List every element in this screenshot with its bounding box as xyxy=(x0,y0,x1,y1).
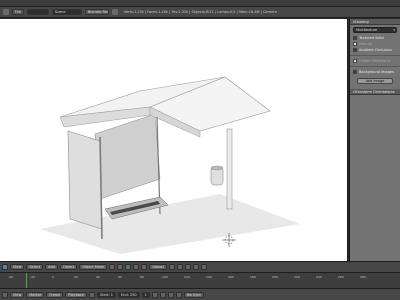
bus-shelter-model xyxy=(40,76,300,254)
tick-label: 20 xyxy=(74,275,78,279)
tick-label: 240 xyxy=(316,275,322,279)
editor-type-icon[interactable] xyxy=(2,264,8,270)
file-menu[interactable]: File xyxy=(12,9,24,15)
snap-icon[interactable] xyxy=(184,264,191,270)
timeline-ruler: -40 -20 0 20 40 60 80 100 120 140 160 18… xyxy=(0,275,400,280)
timeline-view-menu[interactable]: View xyxy=(10,291,25,298)
tick-label: 80 xyxy=(140,275,144,279)
play-reverse-icon[interactable] xyxy=(159,291,166,298)
tick-label: 200 xyxy=(272,275,278,279)
start-frame-field[interactable]: Start: 1 xyxy=(96,291,117,298)
tick-label: 220 xyxy=(294,275,300,279)
tick-label: 260 xyxy=(338,275,344,279)
play-icon[interactable] xyxy=(167,291,174,298)
screen-layout-field[interactable] xyxy=(26,9,49,15)
scene-field[interactable]: Scene xyxy=(51,9,82,15)
add-menu[interactable]: Add xyxy=(45,264,58,270)
end-frame-field[interactable]: End: 250 xyxy=(118,291,140,298)
layer-icon[interactable] xyxy=(168,264,175,270)
checkbox-icon[interactable] xyxy=(353,70,357,74)
checkbox-icon[interactable] xyxy=(353,36,357,40)
add-image-button[interactable]: Add Image xyxy=(357,78,393,84)
jump-start-icon[interactable] xyxy=(151,291,158,298)
view-menu[interactable]: View xyxy=(10,264,25,270)
blender-logo-icon xyxy=(111,9,118,15)
shading-mode-select[interactable]: Multitexture xyxy=(353,27,397,33)
tick-label: 160 xyxy=(228,275,234,279)
3d-view-header: View Select Add Object Object Mode Globa… xyxy=(0,261,400,272)
checkbox-icon[interactable] xyxy=(353,42,357,46)
sync-select[interactable]: No Sync xyxy=(183,291,205,298)
info-editor-icon[interactable] xyxy=(3,9,9,15)
tick-label: 100 xyxy=(162,275,168,279)
transform-orientations-header[interactable]: Transform Orientations xyxy=(350,89,400,95)
tick-label: -40 xyxy=(8,275,13,279)
current-frame-marker[interactable] xyxy=(26,273,27,289)
rotate-icon[interactable] xyxy=(141,264,148,270)
checkbox-icon[interactable] xyxy=(353,59,357,63)
properties-panel: Shading Multitexture Textured Solid Matc… xyxy=(349,19,400,261)
mode-select[interactable]: Object Mode xyxy=(79,264,108,270)
tick-label: 180 xyxy=(250,275,256,279)
proportional-edit-icon[interactable] xyxy=(192,264,199,270)
jump-end-icon[interactable] xyxy=(175,291,182,298)
tick-label: 140 xyxy=(206,275,212,279)
timeline[interactable]: -40 -20 0 20 40 60 80 100 120 140 160 18… xyxy=(0,272,400,289)
tick-label: -20 xyxy=(30,275,35,279)
checkbox-icon[interactable] xyxy=(353,48,357,52)
render-preview-icon[interactable] xyxy=(200,264,207,270)
tick-label: 120 xyxy=(184,275,190,279)
hidden-wireframe-option[interactable]: Hidden Wireframe xyxy=(353,58,397,64)
info-header: File Scene Blender Render Verts:1.23k | … xyxy=(0,7,400,18)
tick-label: 0 xyxy=(52,275,54,279)
timeline-editor-icon[interactable] xyxy=(2,291,8,298)
layer-icon[interactable] xyxy=(176,264,183,270)
ambient-occlusion-option[interactable]: Ambient Occlusion xyxy=(353,47,397,53)
scene-stats: Verts:1.23k | Faces:1.16k | Tris:2.32k |… xyxy=(123,10,277,14)
background-images-option[interactable]: Background Images xyxy=(353,69,397,75)
manipulator-icon[interactable] xyxy=(125,264,132,270)
playback-menu[interactable]: Playback xyxy=(65,291,87,298)
record-icon[interactable] xyxy=(88,291,95,298)
pivot-point-icon[interactable] xyxy=(117,264,124,270)
render-engine-select[interactable]: Blender Render xyxy=(84,9,109,15)
orientation-select[interactable]: Global xyxy=(149,264,167,270)
3d-viewport[interactable] xyxy=(0,19,348,261)
viewport-shading-icon[interactable] xyxy=(109,264,116,270)
tick-label: 40 xyxy=(96,275,100,279)
tick-label: 60 xyxy=(118,275,122,279)
object-menu[interactable]: Object xyxy=(59,264,78,270)
timeline-header: View Marker Frame Playback Start: 1 End:… xyxy=(0,288,400,300)
marker-menu[interactable]: Marker xyxy=(26,291,45,298)
window-titlebar xyxy=(0,0,400,7)
current-frame-field[interactable]: 1 xyxy=(141,291,150,298)
translate-icon[interactable] xyxy=(133,264,140,270)
select-menu[interactable]: Select xyxy=(26,264,44,270)
frame-menu[interactable]: Frame xyxy=(46,291,64,298)
tick-label: 280 xyxy=(360,275,366,279)
